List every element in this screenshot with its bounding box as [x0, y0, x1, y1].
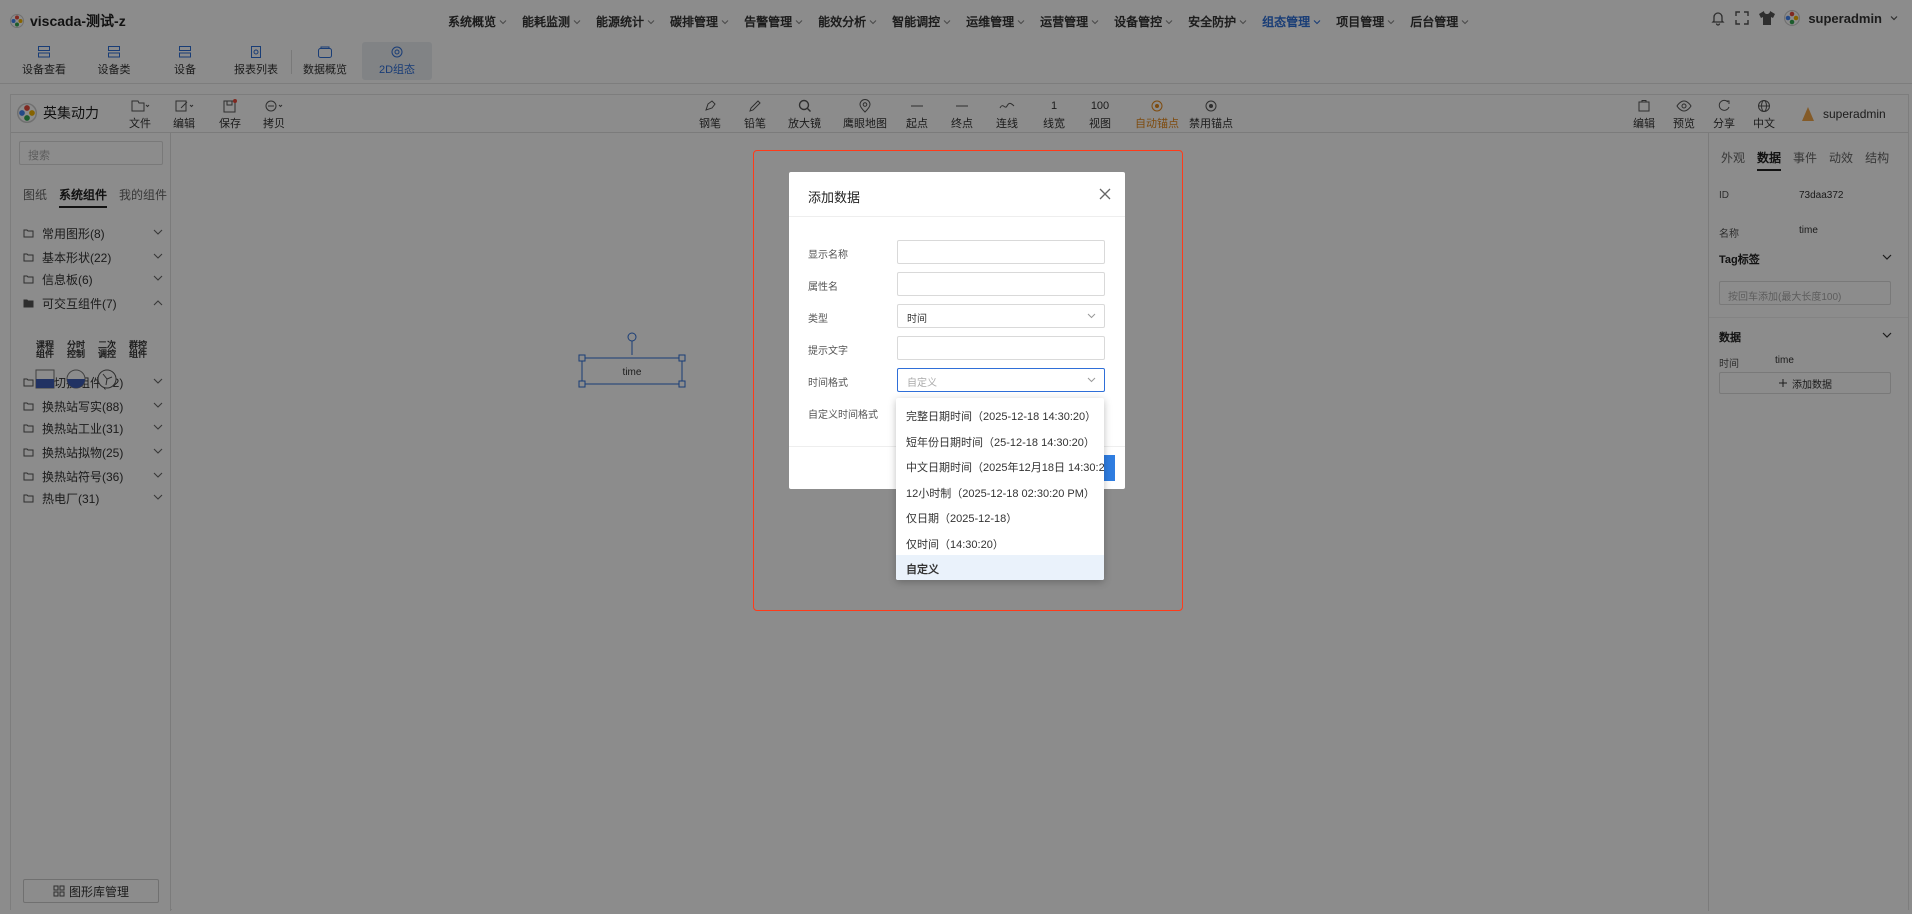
time-format-option[interactable]: 自定义 [896, 555, 1104, 580]
time-format-dropdown: 完整日期时间（2025-12-18 14:30:20） 短年份日期时间（25-12… [896, 398, 1104, 580]
chevron-down-icon [1087, 377, 1096, 383]
time-format-option[interactable]: 仅时间（14:30:20） [896, 530, 1104, 555]
time-format-option[interactable]: 12小时制（2025-12-18 02:30:20 PM） [896, 479, 1104, 504]
time-format-option[interactable]: 完整日期时间（2025-12-18 14:30:20） [896, 402, 1104, 427]
custom-format-label: 自定义时间格式 [808, 410, 878, 421]
time-format-option[interactable]: 短年份日期时间（25-12-18 14:30:20） [896, 428, 1104, 453]
hint-text-input[interactable] [897, 336, 1105, 360]
time-format-label: 时间格式 [808, 378, 848, 389]
attribute-name-input[interactable] [897, 272, 1105, 296]
time-format-select[interactable]: 自定义 [897, 368, 1105, 392]
type-select-value: 时间 [907, 314, 927, 325]
time-format-option[interactable]: 中文日期时间（2025年12月18日 14:30:20） [896, 453, 1104, 478]
hint-text-label: 提示文字 [808, 346, 848, 357]
dialog-divider [789, 216, 1125, 217]
dialog-title: 添加数据 [808, 190, 861, 205]
time-format-placeholder: 自定义 [907, 378, 937, 389]
display-name-input[interactable] [897, 240, 1105, 264]
attribute-name-label: 属性名 [808, 282, 838, 293]
display-name-label: 显示名称 [808, 250, 848, 261]
close-icon[interactable] [1099, 188, 1111, 200]
chevron-down-icon [1087, 313, 1096, 319]
type-label: 类型 [808, 314, 828, 325]
type-select[interactable]: 时间 [897, 304, 1105, 328]
time-format-option[interactable]: 仅日期（2025-12-18） [896, 504, 1104, 529]
